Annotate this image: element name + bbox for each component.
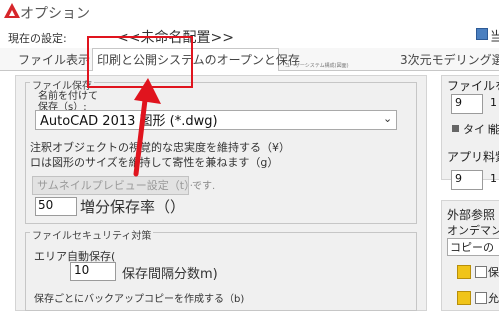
recent-files-unit: 1: [490, 96, 497, 109]
app-menu-unit: 1: [490, 172, 497, 185]
title-option-checkbox[interactable]: [452, 125, 459, 132]
tab-user-system[interactable]: ユーザーシステム構成(図面): [285, 62, 349, 69]
retain-changes-checkbox[interactable]: [475, 266, 487, 278]
incremental-save-label: 増分保存率（）: [80, 198, 186, 216]
on-demand-value: コピーの: [450, 241, 494, 254]
autosave-interval-value: 10: [74, 263, 90, 277]
tab-3d-modeling[interactable]: 3次元モデリング選択: [400, 51, 499, 68]
window-title: オプション: [20, 6, 90, 22]
incremental-save-value: 50: [38, 198, 54, 212]
title-option-suffix: 能: [490, 123, 499, 136]
allow-edit-checkbox[interactable]: [475, 292, 487, 304]
thumbnail-suffix: です.: [192, 181, 216, 192]
arrow-annotation-icon: [133, 78, 161, 177]
tab-display[interactable]: ファイル表示: [18, 51, 90, 68]
file-open-title: ファイルを: [447, 79, 499, 93]
recent-files-value: 9: [455, 96, 462, 109]
on-demand-label: オンデマン: [447, 224, 499, 237]
current-drawing-label: 当: [490, 30, 499, 45]
folder-icon: [457, 265, 471, 279]
save-format-value: AutoCAD 2013 图形 (*.dwg): [40, 114, 218, 129]
app-menu-value: 9: [455, 172, 462, 185]
backup-copy-option[interactable]: 保存ごとにバックアップコピーを作成する（b): [34, 290, 244, 305]
xref-title: 外部参照: [447, 208, 496, 222]
app-menu-title: アプリ料紫: [447, 150, 499, 164]
app-logo-inner: [9, 10, 15, 16]
allow-edit-label: 允: [488, 292, 499, 305]
autosave-interval-label: 保存間隔分数m): [122, 267, 218, 282]
chevron-down-icon[interactable]: ⌄: [383, 112, 392, 125]
thumbnail-settings-label: サムネイルプレビュー設定（t）···: [37, 179, 201, 192]
retain-changes-label: 保: [488, 266, 499, 279]
profile-icon: [476, 28, 488, 40]
file-security-group-title: ファイルセキュリティ対策: [30, 227, 154, 242]
folder-icon-2: [457, 291, 471, 305]
current-setting-label: 現在の設定:: [8, 32, 67, 45]
